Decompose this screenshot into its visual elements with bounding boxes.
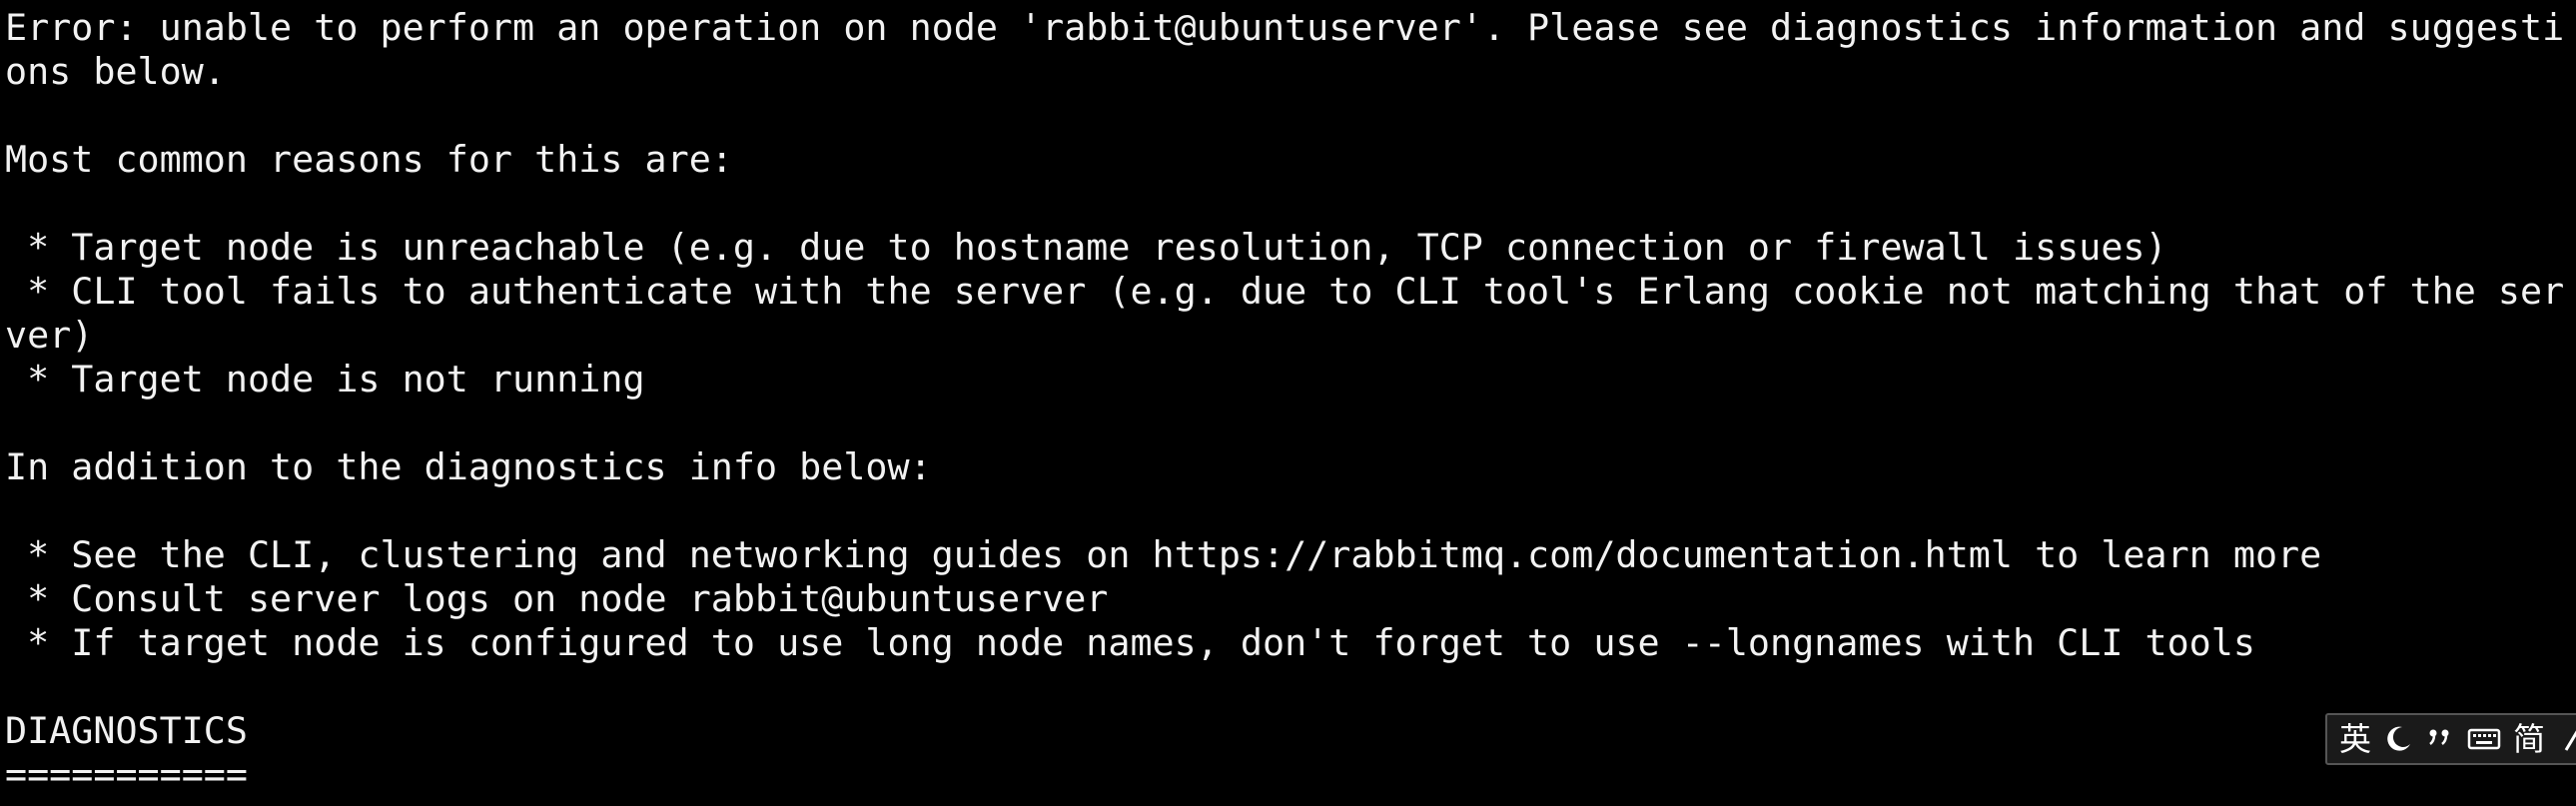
terminal-line: * Consult server logs on node rabbit@ubu… bbox=[5, 577, 1109, 620]
terminal-line: * See the CLI, clustering and networking… bbox=[5, 533, 2322, 576]
terminal-line: DIAGNOSTICS bbox=[5, 709, 248, 752]
terminal-line: In addition to the diagnostics info belo… bbox=[5, 445, 932, 488]
terminal-line: Error: unable to perform an operation on… bbox=[5, 6, 2565, 49]
moon-icon[interactable] bbox=[2383, 719, 2413, 759]
keyboard-icon[interactable] bbox=[2467, 719, 2501, 759]
terminal-line: * If target node is configured to use lo… bbox=[5, 621, 2255, 664]
terminal-line: ons below. bbox=[5, 50, 226, 93]
terminal-line: =========== bbox=[5, 753, 248, 796]
ime-toolbar[interactable]: 英 简 bbox=[2325, 713, 2576, 765]
settings-icon[interactable] bbox=[2557, 719, 2576, 759]
terminal-output: Error: unable to perform an operation on… bbox=[5, 6, 2564, 797]
terminal-line: Most common reasons for this are: bbox=[5, 138, 733, 181]
terminal-line: * Target node is not running bbox=[5, 358, 645, 401]
terminal-line: * Target node is unreachable (e.g. due t… bbox=[5, 226, 2167, 269]
punctuation-icon[interactable] bbox=[2425, 719, 2455, 759]
ime-script-toggle[interactable]: 简 bbox=[2513, 719, 2545, 759]
terminal-window[interactable]: Error: unable to perform an operation on… bbox=[0, 0, 2576, 806]
terminal-line: ver) bbox=[5, 314, 94, 357]
ime-language-toggle[interactable]: 英 bbox=[2339, 719, 2371, 759]
terminal-line: * CLI tool fails to authenticate with th… bbox=[5, 270, 2565, 313]
